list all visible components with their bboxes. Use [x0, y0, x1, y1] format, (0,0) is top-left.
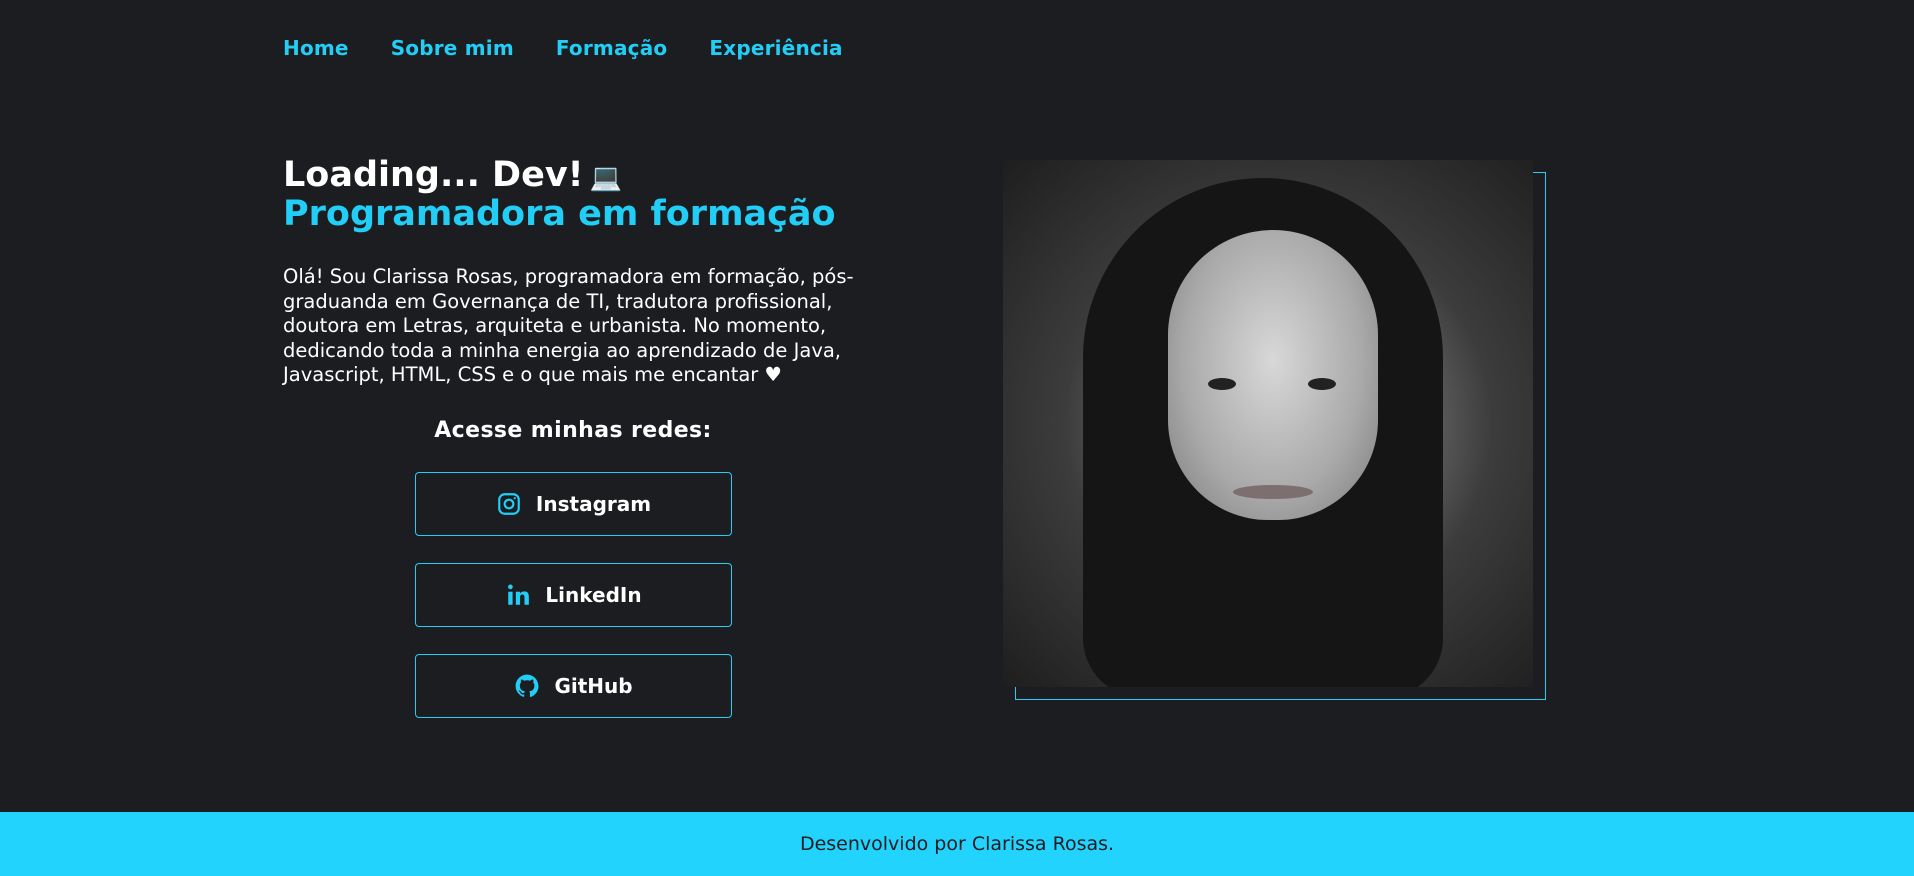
bio-paragraph: Olá! Sou Clarissa Rosas, programadora em…: [283, 265, 854, 386]
profile-photo: [1003, 160, 1533, 687]
social-heading: Acesse minhas redes:: [434, 418, 712, 443]
nav-link-home[interactable]: Home: [283, 36, 349, 60]
photo-face-shape: [1168, 230, 1378, 520]
hero-title-text: Loading... Dev!: [283, 155, 584, 195]
footer-text: Desenvolvido por Clarissa Rosas.: [799, 833, 1115, 855]
linkedin-icon: [505, 582, 531, 608]
laptop-icon: 💻: [589, 163, 623, 193]
nav-link-sobre-mim[interactable]: Sobre mim: [391, 36, 514, 60]
main-nav: Home Sobre mim Formação Experiência: [283, 36, 843, 60]
hero-subtitle: Programadora em formação: [283, 194, 836, 234]
footer: Desenvolvido por Clarissa Rosas.: [0, 812, 1914, 876]
photo-eye-right: [1308, 378, 1336, 390]
nav-link-formacao[interactable]: Formação: [556, 36, 667, 60]
instagram-icon: [496, 491, 522, 517]
photo-mouth: [1233, 485, 1313, 499]
linkedin-button[interactable]: LinkedIn: [415, 563, 732, 627]
github-icon: [514, 673, 540, 699]
instagram-label: Instagram: [535, 492, 652, 516]
github-label: GitHub: [554, 674, 633, 698]
instagram-button[interactable]: Instagram: [415, 472, 732, 536]
photo-eye-left: [1208, 378, 1236, 390]
hero-title: Loading... Dev! 💻: [283, 155, 622, 198]
nav-link-experiencia[interactable]: Experiência: [709, 36, 842, 60]
github-button[interactable]: GitHub: [415, 654, 732, 718]
linkedin-label: LinkedIn: [545, 583, 642, 607]
